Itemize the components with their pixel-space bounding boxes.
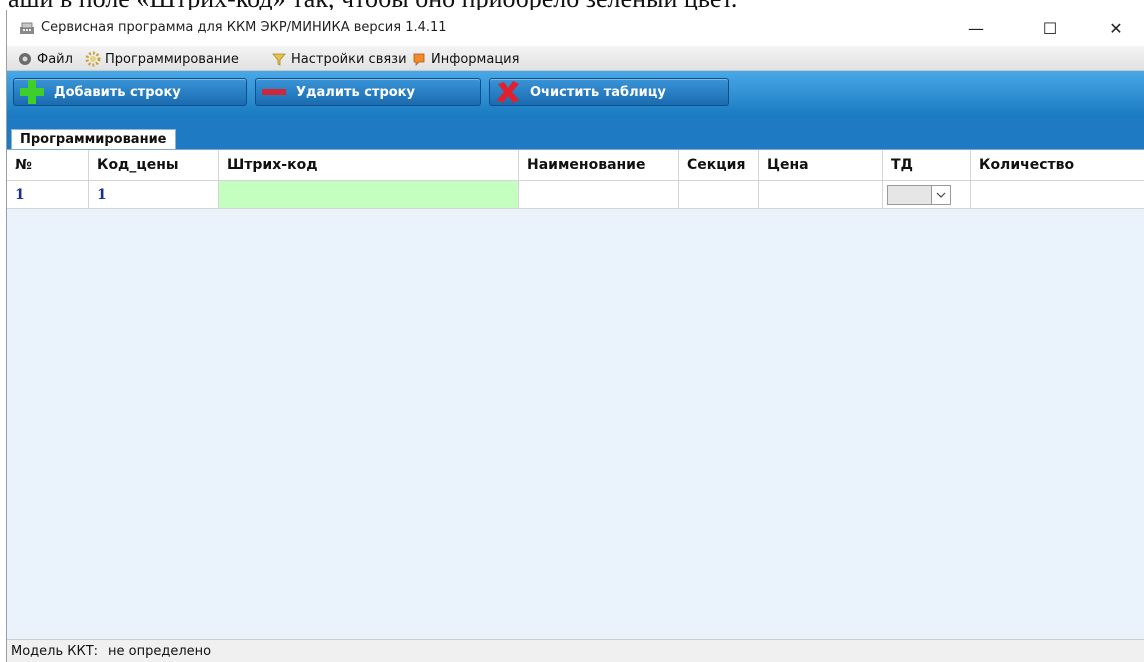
info-bubble-icon — [413, 53, 425, 66]
tab-bar: Программирование — [7, 115, 1144, 149]
cell-td — [883, 181, 971, 208]
document-caption-fragment: аши в поле «Штрих-код» так, чтобы оно пр… — [0, 0, 1144, 10]
document-caption-text: аши в поле «Штрих-код» так, чтобы оно пр… — [8, 0, 737, 10]
menu-information[interactable]: Информация — [411, 50, 519, 68]
title-bar: Сервисная программа для ККМ ЭКР/МИНИКА в… — [7, 10, 1144, 46]
cell-section[interactable] — [679, 181, 759, 208]
app-window: Сервисная программа для ККМ ЭКР/МИНИКА в… — [6, 10, 1144, 662]
column-header-td[interactable]: ТД — [883, 150, 971, 180]
cell-name[interactable] — [519, 181, 679, 208]
column-header-quantity[interactable]: Количество — [971, 150, 1144, 180]
plus-icon — [20, 80, 44, 104]
add-row-label: Добавить строку — [54, 84, 181, 100]
cash-register-icon — [19, 20, 35, 34]
column-header-number[interactable]: № — [7, 150, 89, 180]
menu-file-label: Файл — [37, 51, 73, 67]
add-row-button[interactable]: Добавить строку — [13, 78, 247, 106]
clear-table-button[interactable]: Очистить таблицу — [489, 78, 729, 106]
cell-price-code[interactable]: 1 — [89, 181, 219, 208]
clear-table-label: Очистить таблицу — [530, 84, 666, 100]
td-dropdown[interactable] — [887, 184, 951, 205]
red-x-icon — [497, 81, 519, 103]
tab-programming[interactable]: Программирование — [11, 129, 176, 149]
status-bar: Модель ККТ: не определено — [7, 639, 1144, 662]
menu-connection-settings-label: Настройки связи — [291, 51, 407, 67]
menu-programming[interactable]: Программирование — [85, 50, 239, 68]
status-value: не определено — [108, 643, 212, 659]
funnel-icon — [272, 53, 286, 66]
column-header-section[interactable]: Секция — [679, 150, 759, 180]
menu-connection-settings[interactable]: Настройки связи — [271, 50, 407, 68]
gear-icon — [85, 51, 101, 67]
delete-row-label: Удалить строку — [296, 84, 415, 100]
column-header-name[interactable]: Наименование — [519, 150, 679, 180]
grid-header-row: № Код_цены Штрих-код Наименование Секция… — [7, 150, 1144, 181]
close-button[interactable]: ✕ — [1093, 10, 1139, 46]
column-header-barcode[interactable]: Штрих-код — [219, 150, 519, 180]
delete-row-button[interactable]: Удалить строку — [255, 78, 481, 106]
chevron-down-icon[interactable] — [931, 185, 950, 204]
toolbar: Добавить строку Удалить строку Очистить … — [7, 71, 1144, 115]
cell-quantity[interactable] — [971, 181, 1144, 208]
status-label: Модель ККТ: — [11, 643, 99, 659]
column-header-price-code[interactable]: Код_цены — [89, 150, 219, 180]
window-title: Сервисная программа для ККМ ЭКР/МИНИКА в… — [41, 20, 447, 35]
cell-price[interactable] — [759, 181, 883, 208]
column-header-price[interactable]: Цена — [759, 150, 883, 180]
cell-barcode[interactable] — [219, 181, 519, 208]
file-gear-icon — [19, 53, 31, 65]
maximize-button[interactable]: ☐ — [1027, 10, 1073, 46]
minus-icon — [262, 89, 286, 95]
menu-bar: Файл Программирование Настройки связи Ин… — [7, 46, 1144, 71]
menu-file[interactable]: Файл — [17, 50, 73, 68]
minimize-button[interactable]: — — [953, 10, 999, 46]
cell-number[interactable]: 1 — [7, 181, 89, 208]
data-grid: № Код_цены Штрих-код Наименование Секция… — [7, 149, 1144, 640]
table-row: 1 1 — [7, 181, 1144, 209]
menu-information-label: Информация — [431, 51, 520, 67]
menu-programming-label: Программирование — [105, 51, 239, 67]
